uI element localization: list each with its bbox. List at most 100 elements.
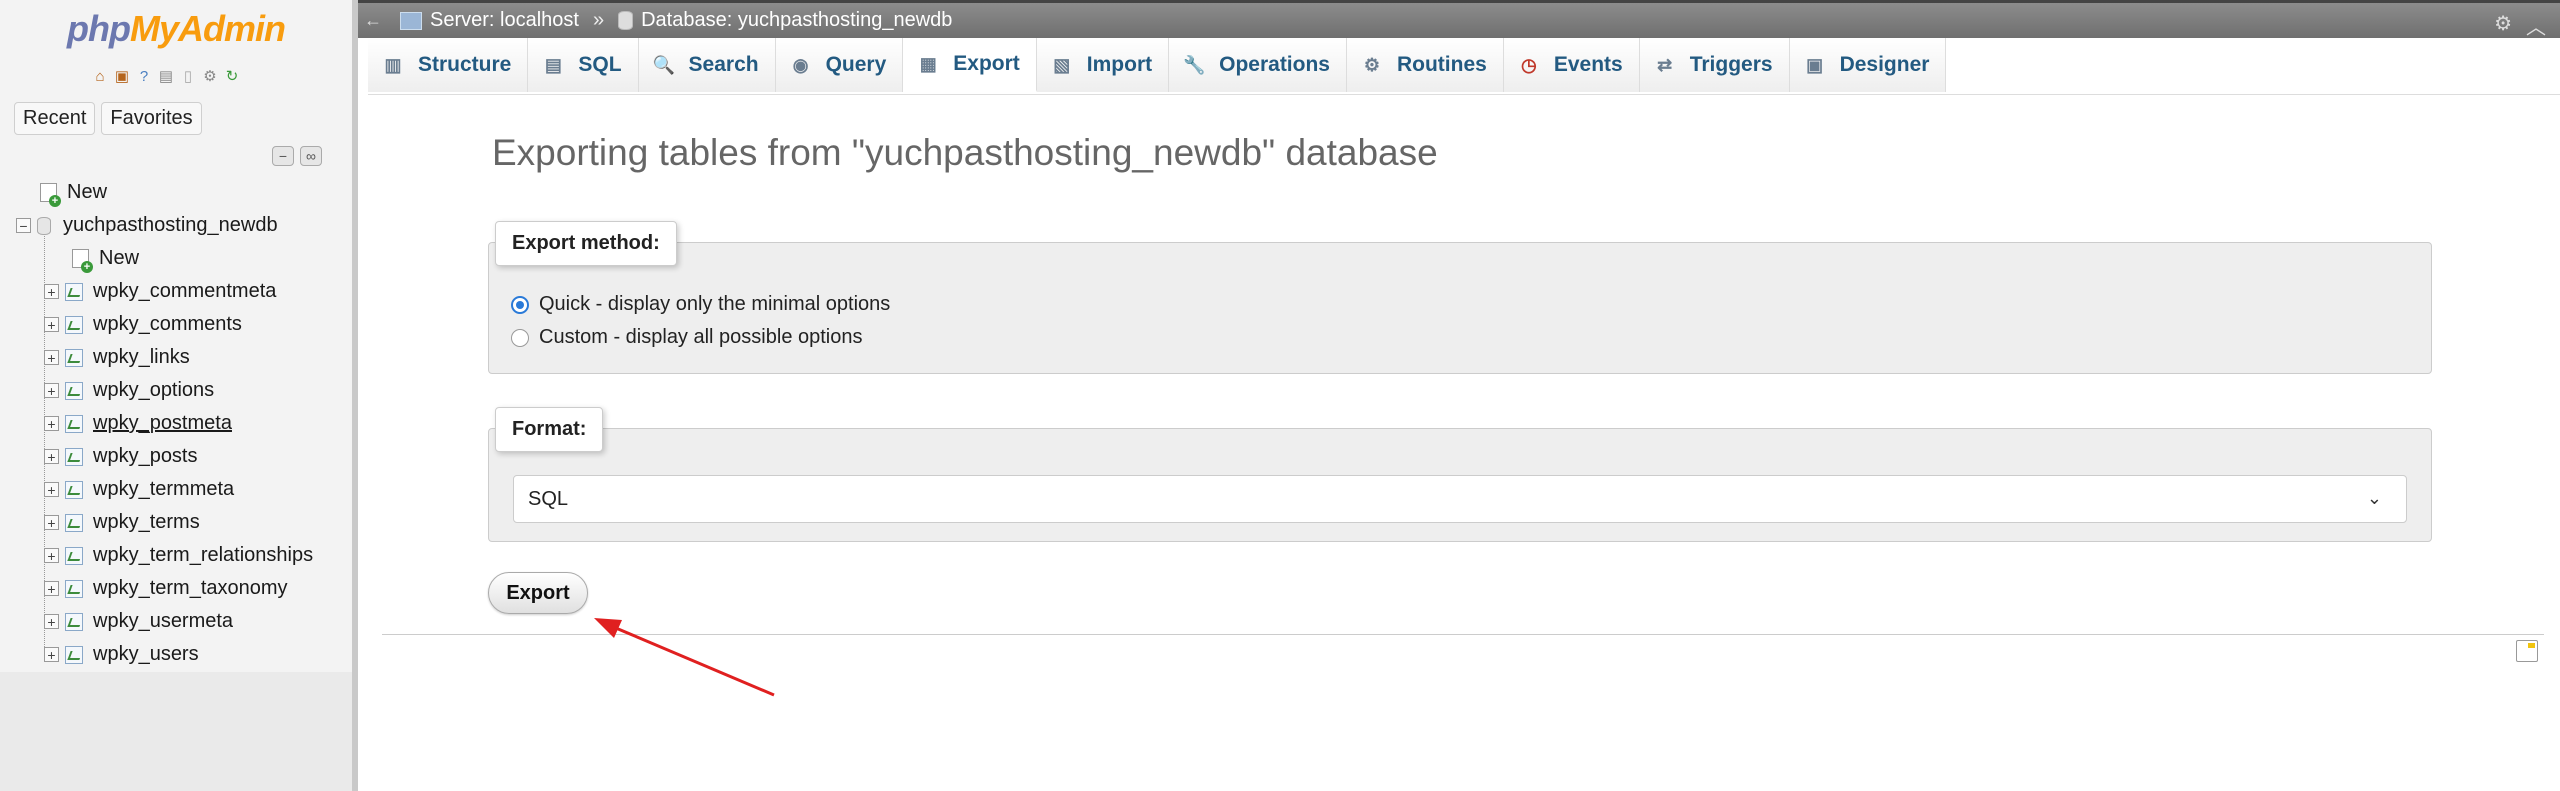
expand-icon[interactable]: + [44,482,59,497]
tab-bar: ▥ Structure ▤ SQL 🔍 Search ◉ Query ▦ Export ▧ Impor… [368,38,2560,95]
table-icon [65,645,83,664]
tree-table-item[interactable]: + wpky_postmeta [8,407,352,440]
expand-icon[interactable]: + [44,449,59,464]
table-icon [65,381,83,400]
breadcrumb-database[interactable]: Database: yuchpasthosting_newdb [618,9,952,32]
designer-icon: ▣ [1806,55,1824,75]
tree-table-item[interactable]: + wpky_term_relationships [8,539,352,572]
tree-table-item[interactable]: + wpky_options [8,374,352,407]
export-icon: ▦ [919,54,937,74]
new-table-icon [72,249,93,273]
gear-icon[interactable]: ⚙ [202,69,218,85]
tab-import[interactable]: ▧ Import [1036,38,1170,92]
server-icon [400,11,422,30]
back-arrow-icon[interactable]: ← [358,10,388,31]
table-icon [65,447,83,466]
structure-icon: ▥ [384,55,402,75]
sql-icon: ▤ [544,55,562,75]
tab-operations[interactable]: 🔧 Operations [1169,38,1347,92]
breadcrumb: ← Server: localhost » Database: yuchpast… [358,0,2560,40]
page-title: Exporting tables from "yuchpasthosting_n… [492,132,1438,173]
tab-structure[interactable]: ▥ Structure [368,38,529,92]
triggers-icon: ⇄ [1657,55,1673,75]
expand-icon[interactable]: + [44,383,59,398]
table-icon [65,612,83,631]
tab-sql[interactable]: ▤ SQL [528,38,639,92]
radio-button-custom[interactable] [511,328,529,347]
expand-icon[interactable]: + [44,515,59,530]
reload-icon[interactable]: ↻ [224,69,240,85]
radio-custom[interactable]: Custom - display all possible options [511,326,863,349]
divider [382,634,2544,635]
database-icon [37,216,51,235]
tab-designer[interactable]: ▣ Designer [1789,38,1947,92]
format-fieldset: Format: SQL ⌄ [488,407,2432,542]
table-icon [65,414,83,433]
tree-table-item[interactable]: + wpky_links [8,341,352,374]
collapse-top-icon[interactable]: ︿ [2526,11,2546,40]
tree-table-item[interactable]: + wpky_posts [8,440,352,473]
table-icon [65,513,83,532]
export-button[interactable]: Export [488,572,588,614]
tab-export[interactable]: ▦ Export [903,38,1037,92]
breadcrumb-separator: » [592,9,605,31]
tab-routines[interactable]: ⚙ Routines [1346,38,1504,92]
help-icon[interactable]: ? [136,69,152,85]
database-tree: New − yuchpasthosting_newdb New +wpky_co… [8,176,352,671]
import-icon: ▧ [1053,55,1071,75]
tree-controls: − ∞ [272,146,322,166]
tree-table-item[interactable]: + wpky_commentmeta [8,275,352,308]
tree-table-item[interactable]: + wpky_users [8,638,352,671]
expand-icon[interactable]: + [44,614,59,629]
table-icon [65,282,83,301]
table-icon [65,546,83,565]
tree-table-item[interactable]: + wpky_usermeta [8,605,352,638]
routines-icon: ⚙ [1363,55,1381,75]
tree-new-table[interactable]: New [8,242,352,275]
top-right-controls: ⚙ ︿ [2494,11,2546,40]
tree-new-database[interactable]: New [8,176,352,209]
expand-icon[interactable]: + [44,284,59,299]
settings-gear-icon[interactable]: ⚙ [2494,11,2512,40]
chevron-down-icon: ⌄ [2366,488,2382,508]
expand-icon[interactable]: + [44,647,59,662]
tree-database[interactable]: − yuchpasthosting_newdb [8,209,352,242]
radio-button-quick[interactable] [511,295,529,314]
export-method-legend: Export method: [495,221,677,266]
radio-quick[interactable]: Quick - display only the minimal options [511,293,890,316]
expand-icon[interactable]: + [44,317,59,332]
search-icon: 🔍 [652,55,675,75]
tab-search[interactable]: 🔍 Search [638,38,776,92]
tab-triggers[interactable]: ⇄ Triggers [1639,38,1790,92]
navigation-panel: phpMyAdmin ⌂ ▣ ? ▤ ▯ ⚙ ↻ Recent Favorite… [0,0,358,791]
link-icon[interactable]: ∞ [300,146,322,166]
favorites-button[interactable]: Favorites [101,102,202,135]
home-icon[interactable]: ⌂ [92,69,108,85]
expand-icon[interactable]: + [44,581,59,596]
tree-table-item[interactable]: + wpky_comments [8,308,352,341]
tree-table-item[interactable]: + wpky_termmeta [8,473,352,506]
tree-table-item[interactable]: + wpky_term_taxonomy [8,572,352,605]
expand-icon[interactable]: + [44,416,59,431]
page-content: Exporting tables from "yuchpasthosting_n… [368,94,2560,791]
console-icon[interactable] [2516,640,2538,662]
wrench-icon: 🔧 [1183,55,1206,75]
table-icon [65,579,83,598]
export-method-fieldset: Export method: Quick - display only the … [488,221,2432,374]
copy-icon[interactable]: ▯ [180,69,196,85]
expand-icon[interactable]: + [44,350,59,365]
tab-query[interactable]: ◉ Query [775,38,904,92]
phpmyadmin-logo[interactable]: phpMyAdmin [0,8,352,50]
format-select[interactable]: SQL ⌄ [513,475,2407,523]
expand-icon[interactable]: + [44,548,59,563]
breadcrumb-server[interactable]: Server: localhost [400,9,579,32]
docs-icon[interactable]: ▤ [158,69,174,85]
collapse-icon[interactable]: − [16,218,31,233]
nav-icon-bar: ⌂ ▣ ? ▤ ▯ ⚙ ↻ [92,66,240,88]
logout-icon[interactable]: ▣ [114,69,130,85]
recent-button[interactable]: Recent [14,102,96,135]
tree-table-item[interactable]: + wpky_terms [8,506,352,539]
tab-events[interactable]: ◷ Events [1503,38,1640,92]
collapse-all-icon[interactable]: − [272,146,294,166]
table-icon [65,480,83,499]
